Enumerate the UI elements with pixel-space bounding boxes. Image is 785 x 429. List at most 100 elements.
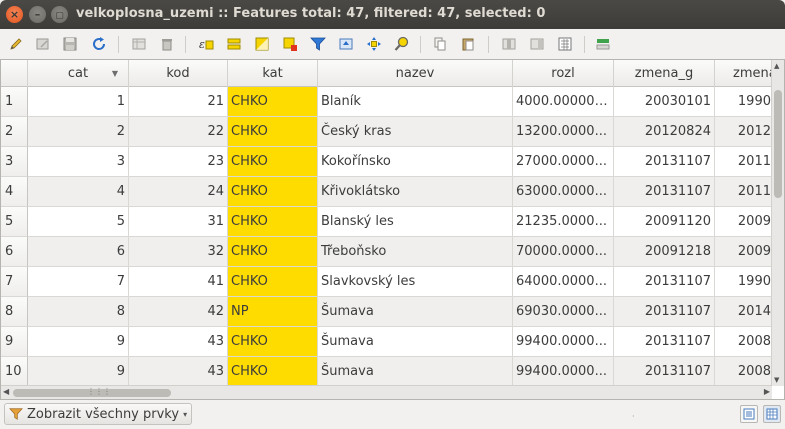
cell-cat[interactable]: 2: [28, 117, 129, 147]
table-row[interactable]: 3 3 23 CHKO Kokořínsko 27000.0000... 20131107 2…: [1, 147, 784, 177]
cell-cat[interactable]: 8: [28, 297, 129, 327]
cell-zmena-g[interactable]: 20091218: [614, 237, 715, 267]
cell-zmena[interactable]: 2009: [715, 207, 772, 237]
cell-nazev[interactable]: Třeboňsko: [318, 237, 513, 267]
cell-zmena-g[interactable]: 20131107: [614, 327, 715, 357]
row-number[interactable]: 1: [1, 87, 28, 117]
cell-kod[interactable]: 21: [129, 87, 228, 117]
row-number[interactable]: 6: [1, 237, 28, 267]
cell-rozl[interactable]: 27000.0000...: [513, 147, 614, 177]
cell-zmena[interactable]: 2012: [715, 117, 772, 147]
cell-rozl[interactable]: 69030.0000...: [513, 297, 614, 327]
show-features-filter-button[interactable]: Zobrazit všechny prvky ▾: [4, 403, 193, 425]
deselect-all-button[interactable]: [280, 34, 300, 54]
select-by-expression-button[interactable]: ε: [196, 34, 216, 54]
cell-cat[interactable]: 9: [28, 357, 129, 387]
delete-field-button[interactable]: [499, 34, 519, 54]
column-header-rozl[interactable]: rozl: [513, 60, 614, 87]
cell-zmena[interactable]: 2008: [715, 327, 772, 357]
table-view-button[interactable]: [763, 405, 781, 423]
cell-cat[interactable]: 4: [28, 177, 129, 207]
delete-selected-button[interactable]: [157, 34, 177, 54]
cell-kod[interactable]: 31: [129, 207, 228, 237]
cell-zmena[interactable]: 2008: [715, 357, 772, 387]
column-header-zmena-g[interactable]: zmena_g: [614, 60, 715, 87]
cell-rozl[interactable]: 4000.000000...: [513, 87, 614, 117]
cell-zmena-g[interactable]: 20131107: [614, 147, 715, 177]
attribute-table[interactable]: cat ▼ kod kat nazev rozl zmena_g zmena 1…: [0, 59, 785, 400]
cell-nazev[interactable]: Šumava: [318, 327, 513, 357]
cell-nazev[interactable]: Křivoklátsko: [318, 177, 513, 207]
cell-kod[interactable]: 41: [129, 267, 228, 297]
scroll-down-icon[interactable]: ▼: [774, 376, 779, 384]
column-header-nazev[interactable]: nazev: [318, 60, 513, 87]
cell-rozl[interactable]: 64000.0000...: [513, 267, 614, 297]
cell-rozl[interactable]: 70000.0000...: [513, 237, 614, 267]
save-edits-button[interactable]: [60, 34, 80, 54]
table-row[interactable]: 8 8 42 NP Šumava 69030.0000... 20131107 2014: [1, 297, 784, 327]
cell-cat[interactable]: 1: [28, 87, 129, 117]
cell-zmena-g[interactable]: 20131107: [614, 297, 715, 327]
cell-cat[interactable]: 6: [28, 237, 129, 267]
field-calculator-button[interactable]: [555, 34, 575, 54]
table-row[interactable]: 10 9 43 CHKO Šumava 99400.0000... 20131107 2008: [1, 357, 784, 387]
table-row[interactable]: 5 5 31 CHKO Blanský les 21235.0000... 20091120…: [1, 207, 784, 237]
form-view-button[interactable]: [740, 405, 758, 423]
cell-kat[interactable]: CHKO: [228, 207, 318, 237]
cell-nazev[interactable]: Blaník: [318, 87, 513, 117]
minimize-button[interactable]: –: [29, 6, 46, 23]
scroll-up-icon[interactable]: ▲: [774, 62, 779, 70]
reload-button[interactable]: [89, 34, 109, 54]
cell-kat[interactable]: CHKO: [228, 147, 318, 177]
cell-nazev[interactable]: Blanský les: [318, 207, 513, 237]
cell-kat[interactable]: CHKO: [228, 117, 318, 147]
cell-rozl[interactable]: 99400.0000...: [513, 327, 614, 357]
filter-selected-button[interactable]: [308, 34, 328, 54]
table-row[interactable]: 4 4 24 CHKO Křivoklátsko 63000.0000... 2013110…: [1, 177, 784, 207]
row-number[interactable]: 3: [1, 147, 28, 177]
conditional-formatting-button[interactable]: [593, 34, 613, 54]
cell-zmena[interactable]: 2011: [715, 177, 772, 207]
row-number[interactable]: 5: [1, 207, 28, 237]
cell-kat[interactable]: CHKO: [228, 237, 318, 267]
table-row[interactable]: 6 6 32 CHKO Třeboňsko 70000.0000... 20091218 20…: [1, 237, 784, 267]
cell-zmena-g[interactable]: 20131107: [614, 357, 715, 387]
vertical-scroll-thumb[interactable]: [774, 90, 782, 198]
cell-kod[interactable]: 43: [129, 327, 228, 357]
copy-button[interactable]: [430, 34, 450, 54]
invert-selection-button[interactable]: [252, 34, 272, 54]
pan-to-selection-button[interactable]: [364, 34, 384, 54]
cell-kod[interactable]: 22: [129, 117, 228, 147]
cell-kod[interactable]: 32: [129, 237, 228, 267]
scroll-left-icon[interactable]: ◀: [3, 387, 9, 396]
table-row[interactable]: 9 9 43 CHKO Šumava 99400.0000... 20131107 2008: [1, 327, 784, 357]
move-selection-top-button[interactable]: [336, 34, 356, 54]
cell-kat[interactable]: CHKO: [228, 87, 318, 117]
new-field-button[interactable]: [527, 34, 547, 54]
cell-cat[interactable]: 3: [28, 147, 129, 177]
cell-zmena[interactable]: 2014: [715, 297, 772, 327]
cell-zmena[interactable]: 1990: [715, 267, 772, 297]
toggle-editing-button[interactable]: [6, 34, 26, 54]
cell-cat[interactable]: 7: [28, 267, 129, 297]
scroll-right-icon[interactable]: ▶: [764, 387, 770, 396]
column-header-cat[interactable]: cat ▼: [28, 60, 129, 87]
row-number[interactable]: 2: [1, 117, 28, 147]
cell-rozl[interactable]: 13200.0000...: [513, 117, 614, 147]
horizontal-scrollbar[interactable]: ◀ ⋮⋮⋮ ▶: [1, 385, 772, 399]
cell-cat[interactable]: 9: [28, 327, 129, 357]
cell-kat[interactable]: NP: [228, 297, 318, 327]
cell-rozl[interactable]: 99400.0000...: [513, 357, 614, 387]
column-header-zmena[interactable]: zmena: [715, 60, 772, 87]
paste-button[interactable]: [458, 34, 478, 54]
cell-zmena-g[interactable]: 20030101: [614, 87, 715, 117]
row-number[interactable]: 4: [1, 177, 28, 207]
multi-edit-button[interactable]: [33, 34, 53, 54]
cell-rozl[interactable]: 21235.0000...: [513, 207, 614, 237]
cell-zmena[interactable]: 2009: [715, 237, 772, 267]
row-number[interactable]: 7: [1, 267, 28, 297]
table-row[interactable]: 2 2 22 CHKO Český kras 13200.0000... 20120824 2…: [1, 117, 784, 147]
cell-kod[interactable]: 42: [129, 297, 228, 327]
row-number[interactable]: 9: [1, 327, 28, 357]
column-header-kod[interactable]: kod: [129, 60, 228, 87]
